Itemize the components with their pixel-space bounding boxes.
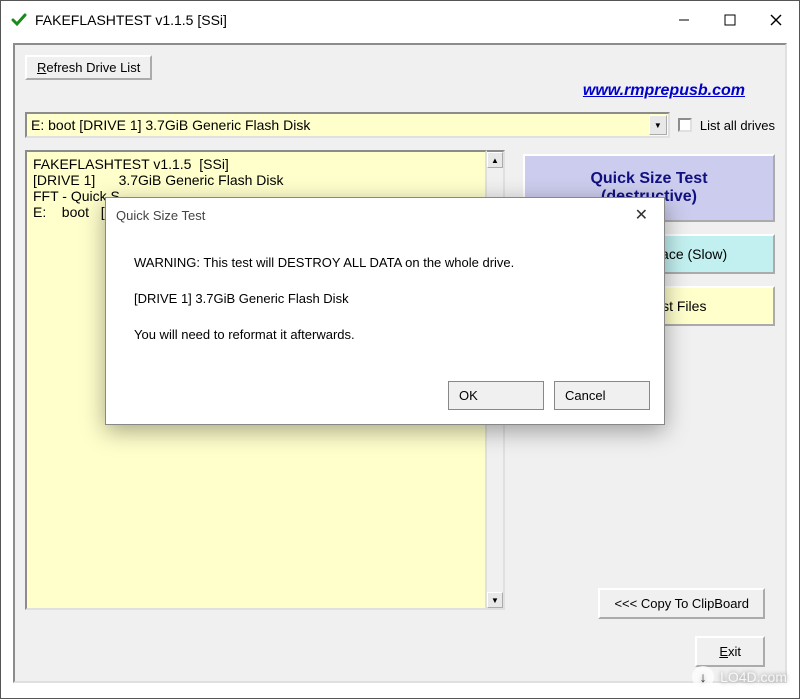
dialog-warning-text: WARNING: This test will DESTROY ALL DATA… xyxy=(134,254,636,272)
dropdown-arrow-icon[interactable]: ▼ xyxy=(649,115,667,135)
close-button[interactable] xyxy=(753,1,799,39)
exit-hotkey: E xyxy=(719,644,728,659)
refresh-label-rest: efresh Drive List xyxy=(46,60,140,75)
list-all-drives-label: List all drives xyxy=(700,118,775,133)
window-controls xyxy=(661,1,799,39)
dialog-body: WARNING: This test will DESTROY ALL DATA… xyxy=(106,232,664,373)
titlebar: FAKEFLASHTEST v1.1.5 [SSi] xyxy=(1,1,799,39)
website-link[interactable]: www.rmprepusb.com xyxy=(583,82,745,99)
dialog-drive-info: [DRIVE 1] 3.7GiB Generic Flash Disk xyxy=(134,290,636,308)
top-row: Refresh Drive List xyxy=(25,55,775,80)
refresh-drive-list-button[interactable]: Refresh Drive List xyxy=(25,55,152,80)
dialog-close-icon[interactable]: ✕ xyxy=(629,205,654,225)
quick-size-test-line1: Quick Size Test xyxy=(531,170,767,188)
drive-select[interactable]: E: boot [DRIVE 1] 3.7GiB Generic Flash D… xyxy=(25,112,670,138)
watermark-text: LO4D.com xyxy=(720,669,787,685)
list-all-drives-checkbox[interactable] xyxy=(678,118,692,132)
url-row: www.rmprepusb.com xyxy=(25,82,775,100)
dialog-buttons: OK Cancel xyxy=(106,373,664,424)
dialog-reformat-text: You will need to reformat it afterwards. xyxy=(134,326,636,344)
exit-row: Exit xyxy=(695,636,765,667)
scroll-down-icon[interactable]: ▼ xyxy=(487,592,503,608)
dialog-titlebar: Quick Size Test ✕ xyxy=(106,198,664,232)
scroll-up-icon[interactable]: ▲ xyxy=(487,152,503,168)
quick-size-test-dialog: Quick Size Test ✕ WARNING: This test wil… xyxy=(105,197,665,425)
copy-row: <<< Copy To ClipBoard xyxy=(598,588,765,619)
dialog-title: Quick Size Test xyxy=(116,208,629,223)
minimize-button[interactable] xyxy=(661,1,707,39)
dialog-cancel-button[interactable]: Cancel xyxy=(554,381,650,410)
drive-row: E: boot [DRIVE 1] 3.7GiB Generic Flash D… xyxy=(25,112,775,138)
drive-selected-text: E: boot [DRIVE 1] 3.7GiB Generic Flash D… xyxy=(31,117,310,133)
exit-button[interactable]: Exit xyxy=(695,636,765,667)
watermark-logo-icon: ↓ xyxy=(692,666,714,688)
dialog-ok-button[interactable]: OK xyxy=(448,381,544,410)
main-window: FAKEFLASHTEST v1.1.5 [SSi] Refresh Drive… xyxy=(0,0,800,699)
copy-to-clipboard-button[interactable]: <<< Copy To ClipBoard xyxy=(598,588,765,619)
exit-label-rest: xit xyxy=(728,644,741,659)
refresh-hotkey: R xyxy=(37,60,46,75)
maximize-button[interactable] xyxy=(707,1,753,39)
window-title: FAKEFLASHTEST v1.1.5 [SSi] xyxy=(35,12,661,28)
app-check-icon xyxy=(11,12,27,28)
watermark: ↓ LO4D.com xyxy=(692,666,787,688)
